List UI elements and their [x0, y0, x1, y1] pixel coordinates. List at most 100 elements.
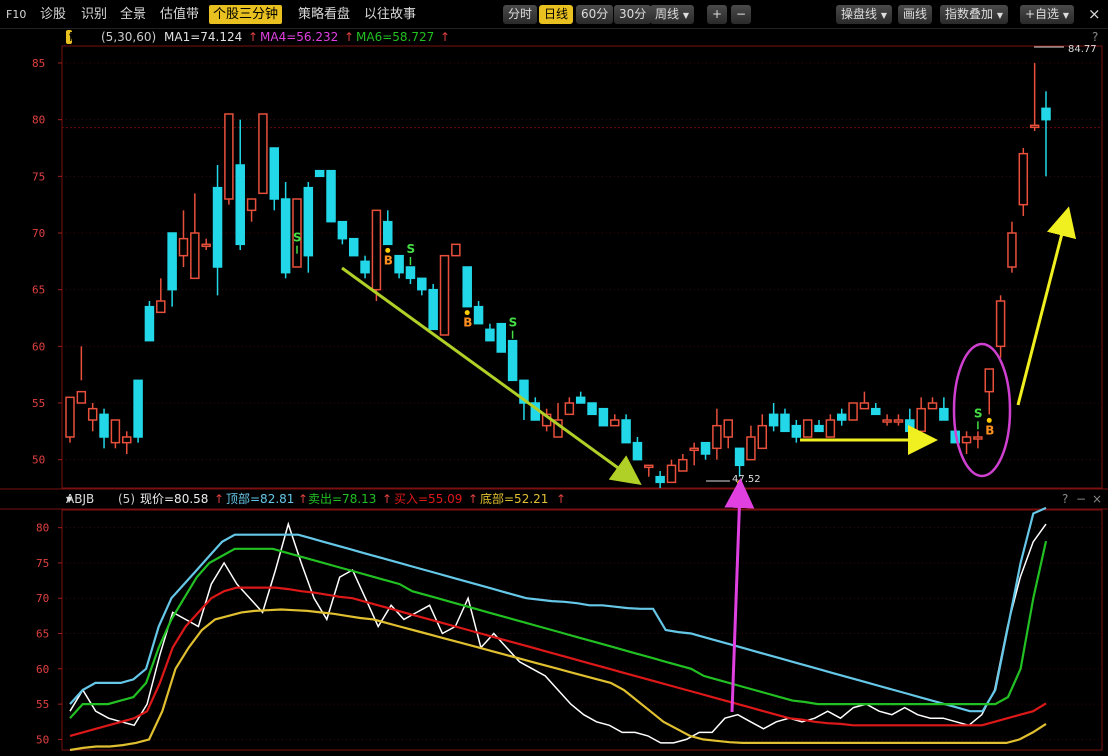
candle-body: [383, 220, 393, 246]
candlestick[interactable]: [814, 420, 824, 433]
candlestick[interactable]: [87, 403, 98, 432]
candle-body: [768, 413, 779, 427]
candlestick[interactable]: [65, 396, 75, 443]
candlestick[interactable]: [848, 402, 858, 421]
candle-body: [133, 379, 143, 438]
candlestick[interactable]: [428, 284, 438, 331]
candlestick[interactable]: [746, 425, 756, 461]
candle-body: [473, 305, 484, 325]
candlestick[interactable]: [314, 169, 325, 178]
candle-body: [575, 396, 586, 404]
candlestick[interactable]: [348, 237, 359, 257]
candlestick[interactable]: [632, 437, 643, 461]
chart-area[interactable]: 50 55 60 65 70 75 80 85 50 55 60 65 70 75 80 84.77 47…: [0, 0, 1108, 756]
candlestick[interactable]: [439, 254, 450, 336]
candlestick[interactable]: [644, 464, 654, 477]
candlestick[interactable]: [303, 182, 314, 273]
candlestick[interactable]: [655, 471, 665, 488]
candlestick[interactable]: [689, 442, 699, 466]
sell-signal: S: [509, 316, 517, 339]
candlestick[interactable]: [371, 209, 382, 301]
candlestick[interactable]: [99, 408, 109, 449]
candlestick[interactable]: [882, 414, 892, 426]
candlestick[interactable]: [212, 165, 223, 296]
candlestick[interactable]: [916, 397, 926, 433]
candlestick[interactable]: [553, 403, 563, 438]
sell-signal: S: [974, 406, 983, 430]
candlestick[interactable]: [859, 391, 870, 410]
candle-body: [882, 419, 892, 423]
signal-label: B: [384, 253, 393, 267]
candle-body: [609, 419, 620, 427]
candlestick[interactable]: [575, 391, 586, 404]
candlestick[interactable]: [973, 431, 983, 449]
candlestick[interactable]: [598, 407, 609, 427]
candlestick[interactable]: [496, 322, 507, 353]
candlestick[interactable]: [836, 408, 847, 426]
candlestick[interactable]: [224, 113, 234, 205]
candlestick[interactable]: [587, 402, 597, 416]
candle-body: [326, 169, 336, 223]
signal-label: S: [293, 231, 302, 245]
candlestick[interactable]: [1029, 63, 1040, 131]
y-tick-label: 70: [36, 592, 49, 605]
candlestick[interactable]: [417, 277, 427, 296]
candlestick[interactable]: [405, 266, 416, 284]
candlestick[interactable]: [383, 210, 393, 246]
candlestick[interactable]: [1007, 221, 1017, 273]
candlestick[interactable]: [927, 397, 938, 410]
candlestick[interactable]: [269, 147, 280, 211]
candlestick[interactable]: [451, 243, 461, 257]
candlestick[interactable]: [700, 441, 711, 460]
candlestick[interactable]: [995, 295, 1006, 358]
candlestick[interactable]: [564, 397, 575, 416]
candlestick[interactable]: [337, 220, 348, 245]
candlestick[interactable]: [609, 414, 620, 427]
candlestick[interactable]: [905, 408, 915, 433]
dot-icon: [464, 310, 470, 316]
candlestick[interactable]: [360, 255, 370, 279]
candlestick[interactable]: [258, 113, 268, 195]
candlestick[interactable]: [485, 323, 495, 342]
candlestick[interactable]: [893, 414, 904, 426]
candlestick[interactable]: [768, 403, 779, 432]
candlestick[interactable]: [621, 414, 631, 444]
candlestick[interactable]: [780, 408, 790, 433]
candlestick[interactable]: [246, 198, 257, 222]
candlestick[interactable]: [201, 238, 211, 250]
candlestick[interactable]: [666, 459, 677, 484]
low-price-marker: 47.52: [706, 474, 761, 485]
candlestick[interactable]: [723, 419, 733, 449]
candlestick[interactable]: [462, 266, 472, 308]
candlestick[interactable]: [939, 397, 949, 421]
candlestick[interactable]: [190, 193, 200, 280]
y-tick-label: 60: [36, 663, 49, 676]
candlestick[interactable]: [802, 419, 813, 438]
candlestick[interactable]: [326, 169, 336, 223]
candlestick[interactable]: [76, 346, 87, 404]
candlestick[interactable]: [235, 119, 245, 250]
candlestick[interactable]: [178, 210, 189, 267]
candlestick[interactable]: [121, 431, 132, 454]
candlestick[interactable]: [678, 454, 688, 472]
candlestick[interactable]: [167, 232, 177, 307]
candle-body: [178, 237, 189, 257]
candlestick[interactable]: [280, 182, 291, 279]
candlestick[interactable]: [825, 414, 836, 438]
candlestick[interactable]: [734, 447, 745, 477]
candlestick[interactable]: [757, 414, 768, 450]
candlestick[interactable]: [871, 403, 881, 416]
candlestick[interactable]: [791, 420, 802, 443]
candlestick[interactable]: [961, 431, 972, 454]
candlestick[interactable]: [1018, 148, 1029, 216]
candlestick[interactable]: [144, 301, 155, 342]
candlestick[interactable]: [984, 368, 995, 415]
candlestick[interactable]: [133, 379, 143, 443]
candlestick[interactable]: [110, 419, 121, 449]
candlestick[interactable]: [473, 301, 484, 325]
candlestick[interactable]: [156, 278, 166, 314]
candlestick[interactable]: [1041, 91, 1051, 177]
candlestick[interactable]: [712, 408, 722, 460]
candlestick[interactable]: [507, 339, 518, 382]
candlestick[interactable]: [394, 254, 404, 279]
